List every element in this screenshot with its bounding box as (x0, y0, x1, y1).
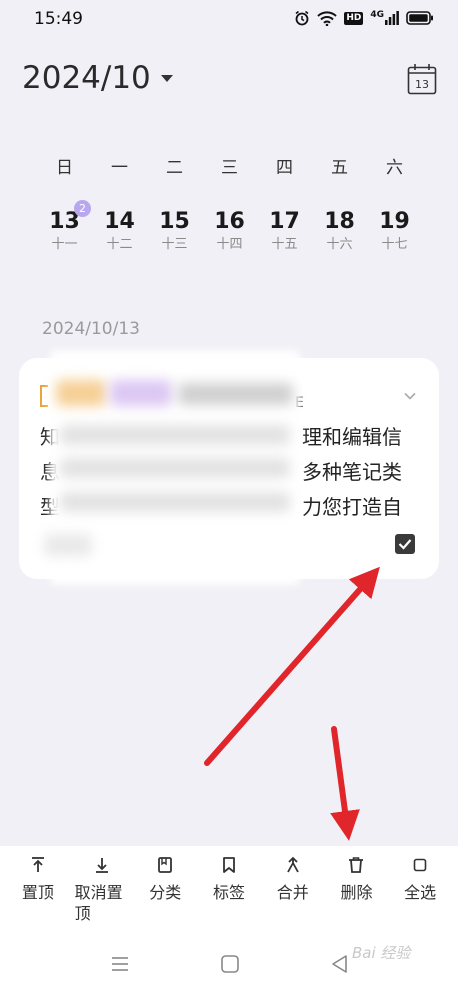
lunar-date: 十六 (326, 237, 353, 252)
trash-icon (347, 856, 365, 874)
unpin-label: 取消置顶 (74, 883, 123, 923)
blurred-title-text (178, 383, 293, 405)
weekday-label: 四 (276, 158, 293, 178)
lunar-date: 十五 (271, 237, 298, 252)
date-number: 18 (324, 209, 355, 234)
arrow-to-checkbox (204, 566, 380, 766)
status-time: 15:49 (34, 9, 83, 29)
date-number: 16 (214, 209, 245, 234)
arrow-to-delete (330, 726, 360, 841)
pin-top-icon (29, 856, 47, 874)
battery-icon (406, 11, 434, 25)
date-cell-15[interactable]: 15 十三 (147, 208, 202, 253)
select-all-label: 全选 (404, 883, 437, 902)
merge-button[interactable]: 合并 (261, 846, 325, 938)
bottom-toolbar: 置顶 取消置顶 分类 标签 合并 删除 全选 (0, 846, 458, 938)
date-number: 19 (379, 209, 410, 234)
chevron-down-icon[interactable] (403, 388, 417, 402)
hd-icon: HD (344, 11, 364, 25)
blurred-tag-purple (110, 380, 172, 406)
delete-label: 删除 (340, 883, 373, 902)
blurred-tag-chip (44, 534, 92, 556)
unpin-button[interactable]: 取消置顶 (70, 846, 134, 938)
select-all-icon (411, 856, 429, 874)
merge-icon (284, 856, 302, 874)
weekday-label: 二 (166, 158, 183, 178)
blurred-text-line (60, 492, 290, 512)
pin-top-button[interactable]: 置顶 (6, 846, 70, 938)
note-select-checkbox[interactable] (395, 534, 415, 554)
weekday-label: 三 (221, 158, 238, 178)
book-icon (156, 856, 174, 874)
status-icons: HD 4G (294, 10, 434, 26)
month-selector[interactable]: 2024/10 (22, 60, 173, 96)
category-button[interactable]: 分类 (133, 846, 197, 938)
date-number: 17 (269, 209, 300, 234)
note-line-end: 多种笔记类 (302, 460, 402, 484)
calendar-today-icon[interactable]: 13 (407, 63, 437, 95)
date-cell-16[interactable]: 16 十四 (202, 208, 257, 253)
network-type-label: 4G (370, 10, 384, 20)
note-count-badge: 2 (74, 200, 91, 217)
date-cell-17[interactable]: 17 十五 (257, 208, 312, 253)
4g-signal-icon: 4G (370, 11, 399, 25)
lunar-date: 十二 (106, 237, 133, 252)
tag-button[interactable]: 标签 (197, 846, 261, 938)
lunar-date: 十七 (381, 237, 408, 252)
weekday-label: 六 (386, 158, 403, 178)
weekday-label: 五 (331, 158, 348, 178)
note-line-end: 理和编辑信 (302, 425, 402, 449)
lunar-date: 十一 (51, 237, 78, 252)
category-label: 分类 (149, 883, 182, 902)
watermark: Bai 经验 (352, 944, 411, 962)
tag-label: 标签 (213, 883, 246, 902)
alarm-icon (294, 10, 310, 26)
caret-down-icon (160, 74, 173, 82)
section-date-header: 2024/10/13 (42, 319, 140, 339)
date-cell-18[interactable]: 18 十六 (312, 208, 367, 253)
date-cell-14[interactable]: 14 十二 (92, 208, 147, 253)
note-line-end: 力您打造自 (302, 495, 402, 519)
date-number: 15 (159, 209, 190, 234)
weekday-row: 日 一 二 三 四 五 六 (37, 153, 422, 178)
month-title: 2024/10 (22, 60, 151, 96)
blurred-tag-orange (56, 380, 106, 406)
wifi-icon (317, 10, 338, 26)
pin-top-label: 置顶 (21, 883, 54, 902)
note-title-bracket (40, 385, 48, 407)
dates-row: 2 13 十一 14 十二 15 十三 16 十四 17 十五 18 十六 19… (37, 200, 422, 253)
delete-button[interactable]: 删除 (325, 846, 389, 938)
blurred-text-line (60, 425, 290, 445)
date-cell-13[interactable]: 2 13 十一 (37, 200, 92, 253)
back-icon[interactable] (330, 954, 350, 978)
blurred-text-line (60, 458, 290, 478)
select-all-button[interactable]: 全选 (388, 846, 452, 938)
status-bar: 15:49 HD 4G (0, 0, 458, 40)
lunar-date: 十四 (216, 237, 243, 252)
weekday-label: 日 (56, 158, 73, 178)
date-number: 14 (104, 209, 135, 234)
unpin-icon (93, 856, 111, 874)
date-cell-19[interactable]: 19 十七 (367, 208, 422, 253)
bookmark-icon (220, 856, 238, 874)
lunar-date: 十三 (161, 237, 188, 252)
calendar-icon-day: 13 (415, 78, 429, 91)
weekday-label: 一 (111, 158, 128, 178)
home-icon[interactable] (220, 954, 240, 978)
menu-icon[interactable] (110, 954, 130, 978)
merge-label: 合并 (276, 883, 309, 902)
